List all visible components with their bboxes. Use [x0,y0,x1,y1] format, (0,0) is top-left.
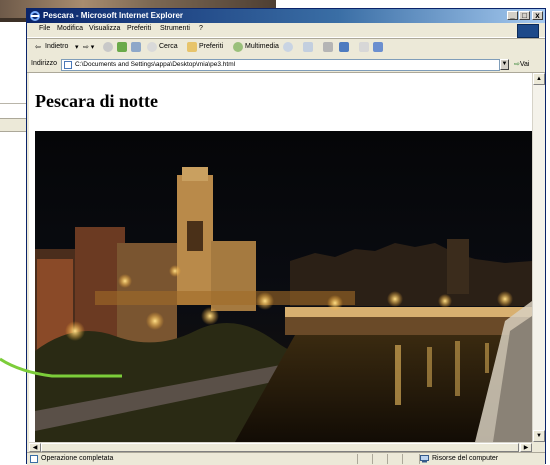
go-button[interactable]: ⇨Vai [514,60,529,68]
status-divider [402,454,403,464]
media-icon[interactable] [233,42,243,52]
page-content: Pescara di notte [29,73,532,442]
scroll-up-icon[interactable]: ▲ [533,73,545,85]
go-label: Vai [519,61,530,68]
minimize-button[interactable]: _ [507,11,518,20]
scroll-down-icon[interactable]: ▼ [533,430,545,442]
edit-icon[interactable] [339,42,349,52]
horizontal-scroll-thumb[interactable] [41,443,519,452]
refresh-icon[interactable] [117,42,127,52]
page-done-icon [30,455,38,463]
forward-button[interactable]: ⇨ ▾ [83,43,94,51]
status-text: Operazione completata [41,455,114,462]
ie-logo-icon [30,11,40,21]
mail-icon[interactable] [303,42,313,52]
windows-logo-icon [517,24,539,38]
maximize-button[interactable]: □ [519,11,530,20]
back-dropdown-icon[interactable]: ▾ [75,43,79,51]
search-button[interactable]: Cerca [159,43,178,50]
print-icon[interactable] [323,42,333,52]
search-icon[interactable] [147,42,157,52]
toolbar: ⇦ Indietro ▾ ⇨ ▾ Cerca Preferiti Multime… [27,38,545,58]
menu-help[interactable]: ? [199,25,203,32]
menu-modifica[interactable]: Modifica [57,25,83,32]
status-divider [387,454,388,464]
menu-bar: File Modifica Visualizza Preferiti Strum… [27,23,545,38]
night-city-photo [35,131,532,442]
status-divider [357,454,358,464]
menu-strumenti[interactable]: Strumenti [160,25,190,32]
address-bar: Indirizzo C:\Documents and Settings\appa… [27,57,545,73]
address-input[interactable]: C:\Documents and Settings\appa\Desktop\m… [61,59,500,71]
computer-icon [420,455,429,463]
page-icon [64,61,72,69]
title-bar[interactable]: Pescara - Microsoft Internet Explorer _ … [27,9,545,23]
media-button[interactable]: Multimedia [245,43,279,50]
address-label: Indirizzo [31,60,58,67]
ie-window: Pescara - Microsoft Internet Explorer _ … [26,8,546,465]
back-button[interactable]: Indietro [45,43,68,50]
back-arrow-icon[interactable]: ⇦ [35,43,41,51]
window-title: Pescara - Microsoft Internet Explorer [43,11,184,20]
menu-file[interactable]: File [39,25,50,32]
vertical-scrollbar[interactable]: ▲ ▼ [532,73,545,442]
page-heading: Pescara di notte [35,91,158,111]
scroll-left-icon[interactable]: ◀ [29,443,41,452]
messenger-icon[interactable] [373,42,383,52]
status-divider [372,454,373,464]
close-button[interactable]: x [532,11,543,20]
favorites-button[interactable]: Preferiti [199,43,223,50]
favorites-icon[interactable] [187,42,197,52]
address-dropdown-button[interactable]: ▼ [500,59,509,70]
scroll-right-icon[interactable]: ▶ [520,443,532,452]
address-url: C:\Documents and Settings\appa\Desktop\m… [75,61,236,68]
history-icon[interactable] [283,42,293,52]
menu-preferiti[interactable]: Preferiti [127,25,151,32]
security-zone: Risorse del computer [432,455,499,462]
menu-visualizza[interactable]: Visualizza [89,25,120,32]
status-bar: Operazione completata Risorse del comput… [27,452,545,465]
discuss-icon[interactable] [359,42,369,52]
home-icon[interactable] [131,42,141,52]
stop-icon[interactable] [103,42,113,52]
